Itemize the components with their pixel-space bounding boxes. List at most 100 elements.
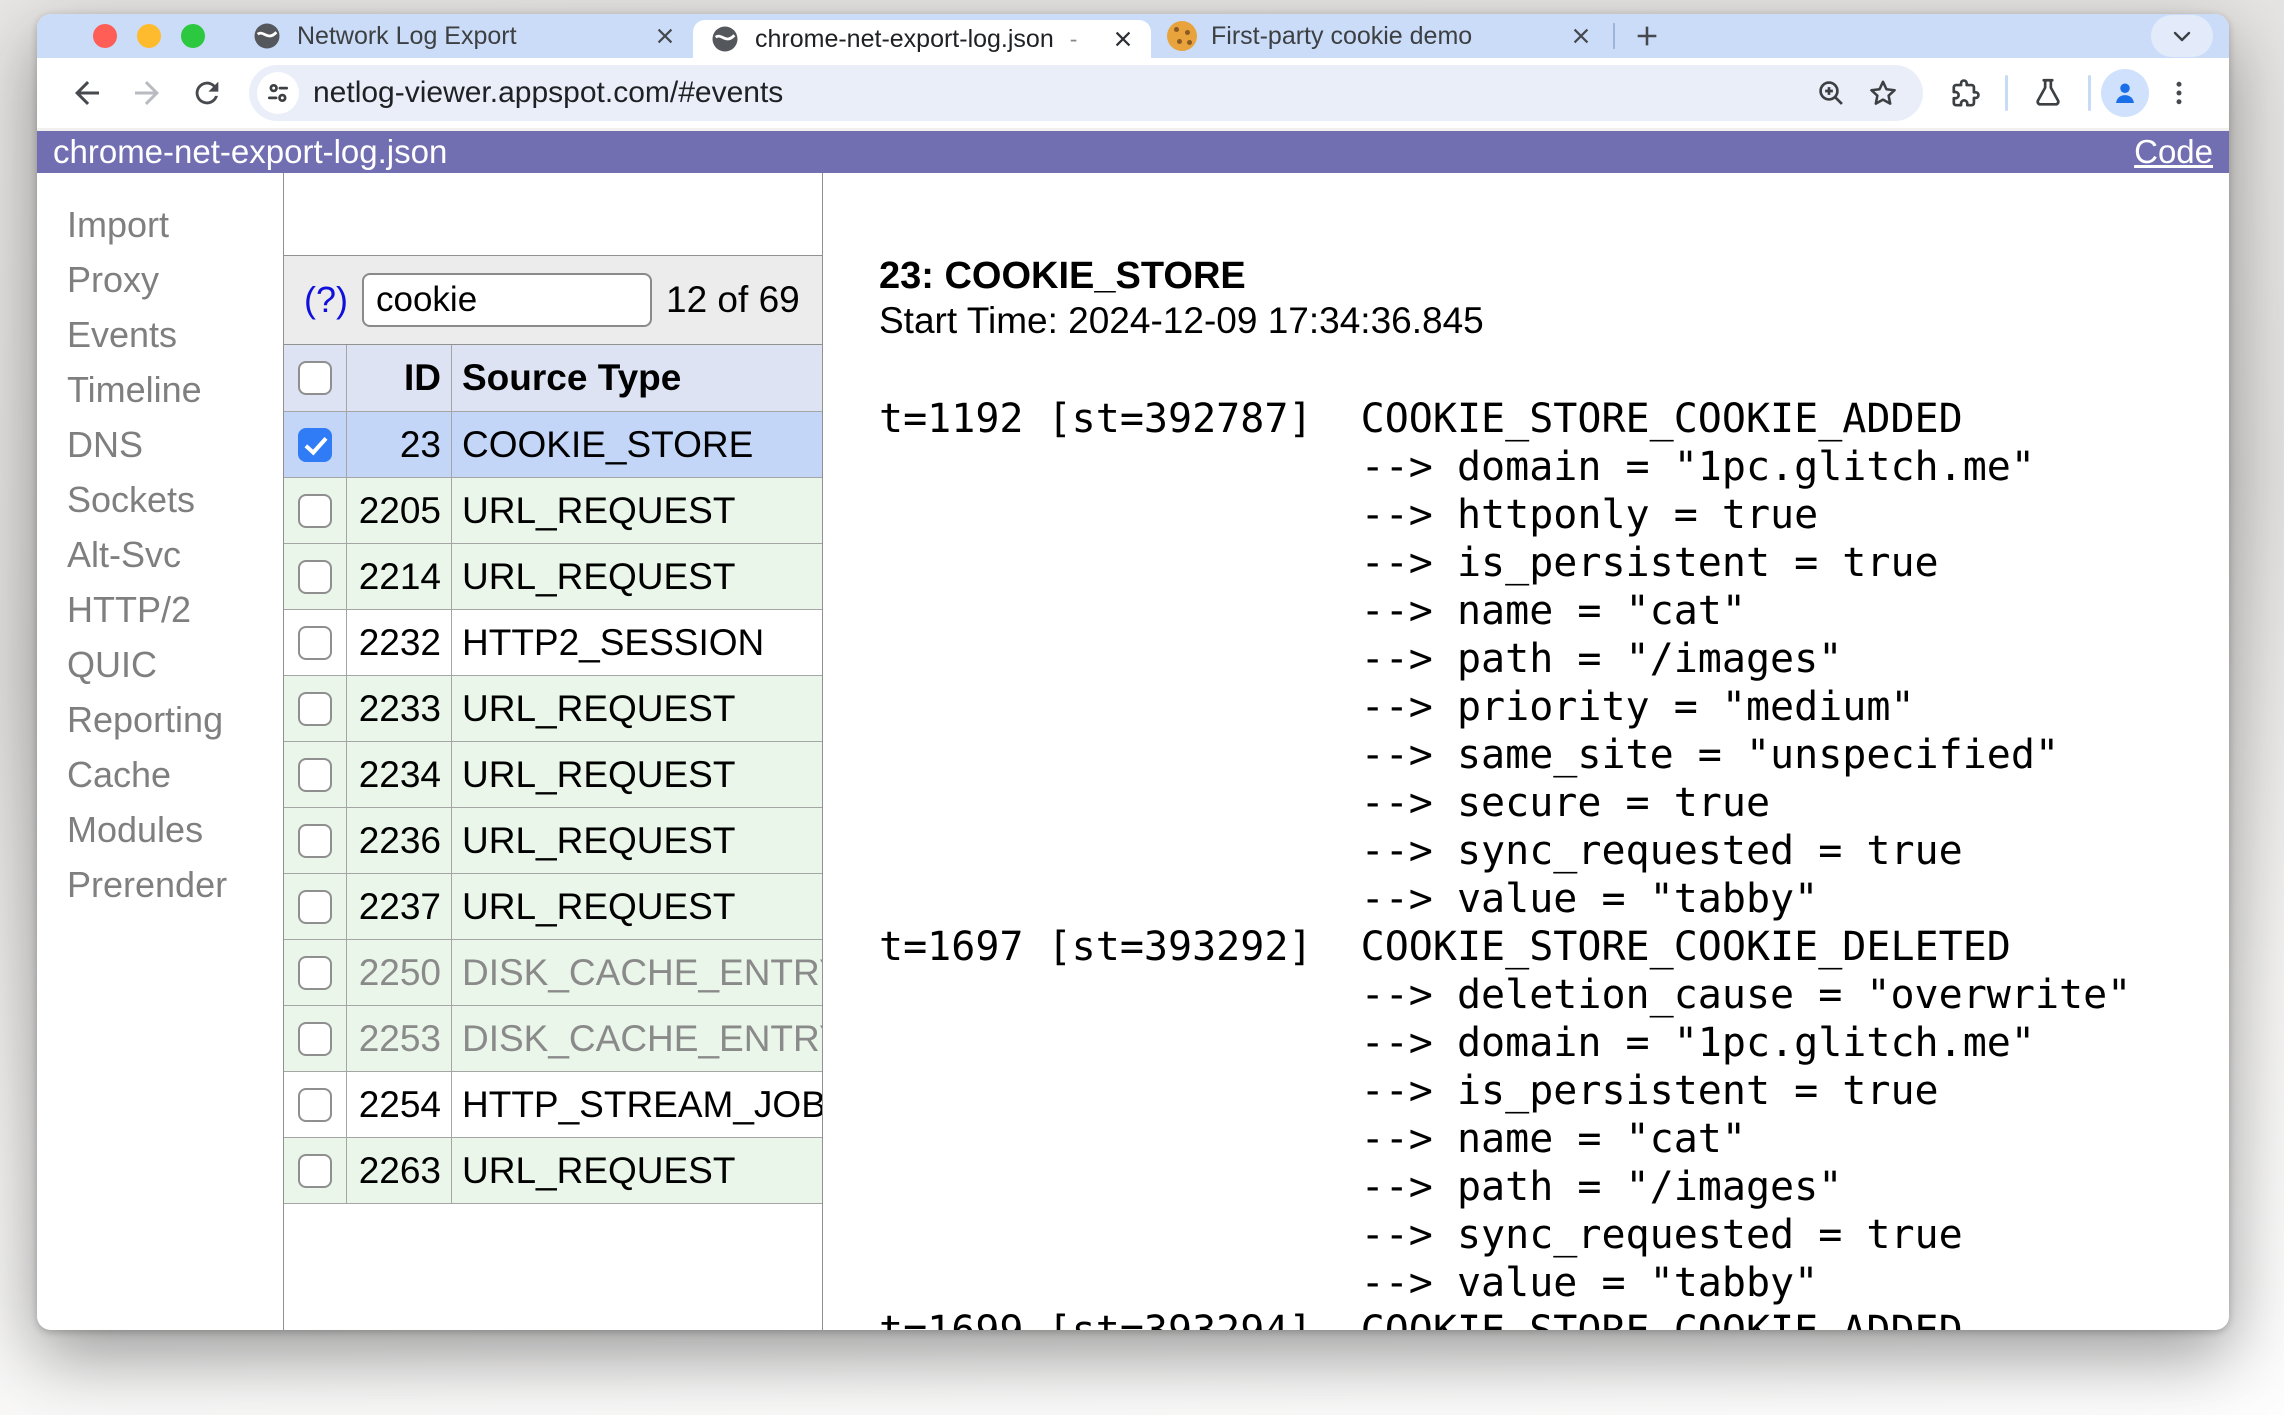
select-all-checkbox[interactable]	[298, 361, 332, 395]
row-source-type: URL_REQUEST	[462, 819, 736, 861]
sidebar-nav: Import Proxy Events Timeline DNS Sockets Alt-S…	[37, 173, 283, 1330]
zoom-indicator-button[interactable]	[1805, 67, 1857, 119]
table-row[interactable]: 2236 URL_REQUEST	[284, 808, 822, 874]
url-text[interactable]: netlog-viewer.appspot.com/#events	[313, 76, 1805, 110]
row-checkbox-cell	[284, 1006, 347, 1071]
row-checkbox[interactable]	[298, 889, 332, 924]
row-checkbox[interactable]	[298, 427, 332, 462]
filter-help-link[interactable]: (?)	[304, 279, 348, 321]
filter-result-count: 12 of 69	[666, 279, 800, 320]
row-checkbox-cell	[284, 742, 347, 807]
omnibox[interactable]: netlog-viewer.appspot.com/#events	[249, 65, 1923, 121]
profile-avatar-button[interactable]	[2101, 69, 2149, 117]
row-checkbox[interactable]	[298, 493, 332, 528]
row-checkbox[interactable]	[298, 955, 332, 990]
row-checkbox-cell	[284, 1138, 347, 1203]
flask-icon	[2036, 78, 2060, 106]
tab-first-party-cookie-demo[interactable]: First-party cookie demo	[1151, 14, 1609, 58]
star-icon	[1870, 80, 1896, 105]
cookie-favicon-icon	[1167, 21, 1197, 51]
close-window-button[interactable]	[93, 24, 117, 48]
table-row[interactable]: 2205 URL_REQUEST	[284, 478, 822, 544]
sidebar-item-events[interactable]: Events	[67, 307, 283, 362]
row-checkbox[interactable]	[298, 691, 332, 726]
filter-input[interactable]	[362, 273, 652, 327]
sidebar-item-sockets[interactable]: Sockets	[67, 472, 283, 527]
row-id: 2236	[347, 808, 452, 873]
sidebar-item-modules[interactable]: Modules	[67, 802, 283, 857]
sidebar-item-reporting[interactable]: Reporting	[67, 692, 283, 747]
select-all-cell	[284, 345, 347, 411]
row-checkbox[interactable]	[298, 1021, 332, 1056]
table-row[interactable]: 2263 URL_REQUEST	[284, 1138, 822, 1204]
table-row[interactable]: 2234 URL_REQUEST	[284, 742, 822, 808]
table-row[interactable]: 2233 URL_REQUEST	[284, 676, 822, 742]
row-source-type: HTTP2_SESSION	[462, 621, 765, 663]
row-checkbox-cell	[284, 940, 347, 1005]
event-log-text: t=1192 [st=392787] COOKIE_STORE_COOKIE_A…	[879, 396, 2132, 1330]
sidebar-item-dns[interactable]: DNS	[67, 417, 283, 472]
tab-title-suffix: -	[1069, 25, 1078, 52]
row-checkbox[interactable]	[298, 757, 332, 792]
row-id: 2233	[347, 676, 452, 741]
row-source-type: HTTP_STREAM_JOB	[462, 1083, 822, 1125]
sidebar-item-cache[interactable]: Cache	[67, 747, 283, 802]
table-row[interactable]: 2254 HTTP_STREAM_JOB	[284, 1072, 822, 1138]
row-checkbox[interactable]	[298, 625, 332, 660]
desktop-background: Network Log Export chrome-net-export-log…	[0, 0, 2284, 1415]
row-checkbox-cell	[284, 478, 347, 543]
tab-close-icon[interactable]	[649, 20, 681, 52]
row-source-type: URL_REQUEST	[462, 753, 736, 795]
table-row[interactable]: 2250 DISK_CACHE_ENTRY	[284, 940, 822, 1006]
row-id: 2263	[347, 1138, 452, 1203]
tab-chrome-net-export-log[interactable]: chrome-net-export-log.json -	[693, 20, 1151, 58]
bookmark-star-button[interactable]	[1857, 67, 1909, 119]
row-checkbox[interactable]	[298, 1153, 332, 1188]
new-tab-button[interactable]	[1623, 16, 1671, 56]
row-checkbox-cell	[284, 808, 347, 873]
minimize-window-button[interactable]	[137, 24, 161, 48]
sidebar-item-prerender[interactable]: Prerender	[67, 857, 283, 912]
browser-menu-button[interactable]	[2149, 65, 2209, 121]
tab-search-button[interactable]	[2151, 15, 2213, 57]
row-checkbox[interactable]	[298, 559, 332, 594]
sidebar-item-quic[interactable]: QUIC	[67, 637, 283, 692]
tab-close-icon[interactable]	[1107, 23, 1139, 55]
sidebar-item-import[interactable]: Import	[67, 197, 283, 252]
extensions-button[interactable]	[1935, 65, 1995, 121]
tab-divider	[1613, 23, 1615, 49]
table-row[interactable]: 23 COOKIE_STORE	[284, 412, 822, 478]
filter-bar: (?) 12 of 69	[284, 255, 822, 345]
row-id: 2214	[347, 544, 452, 609]
tab-title: Network Log Export	[297, 21, 517, 50]
row-id: 2250	[347, 940, 452, 1005]
window-controls	[37, 24, 235, 48]
row-source-type: URL_REQUEST	[462, 555, 736, 597]
row-source-type: COOKIE_STORE	[462, 423, 754, 465]
experiments-button[interactable]	[2018, 65, 2078, 121]
table-row[interactable]: 2232 HTTP2_SESSION	[284, 610, 822, 676]
code-link[interactable]: Code	[2134, 133, 2213, 171]
table-row[interactable]: 2214 URL_REQUEST	[284, 544, 822, 610]
table-row[interactable]: 2253 DISK_CACHE_ENTRY	[284, 1006, 822, 1072]
back-button[interactable]	[57, 65, 117, 121]
tab-close-icon[interactable]	[1565, 20, 1597, 52]
site-info-button[interactable]	[257, 72, 299, 114]
forward-button[interactable]	[117, 65, 177, 121]
sidebar-item-http-2[interactable]: HTTP/2	[67, 582, 283, 637]
column-header-source-type[interactable]: Source Type	[452, 345, 822, 411]
row-checkbox-cell	[284, 412, 347, 477]
tab-network-log-export[interactable]: Network Log Export	[235, 14, 693, 58]
fullscreen-window-button[interactable]	[181, 24, 205, 48]
column-header-id[interactable]: ID	[347, 345, 452, 411]
row-checkbox[interactable]	[298, 1087, 332, 1122]
row-checkbox-cell	[284, 610, 347, 675]
sidebar-item-proxy[interactable]: Proxy	[67, 252, 283, 307]
row-checkbox[interactable]	[298, 823, 332, 858]
table-row[interactable]: 2237 URL_REQUEST	[284, 874, 822, 940]
sidebar-item-timeline[interactable]: Timeline	[67, 362, 283, 417]
browser-window: Network Log Export chrome-net-export-log…	[37, 14, 2229, 1330]
tune-icon	[267, 83, 289, 103]
reload-button[interactable]	[177, 65, 237, 121]
sidebar-item-alt-svc[interactable]: Alt-Svc	[67, 527, 283, 582]
